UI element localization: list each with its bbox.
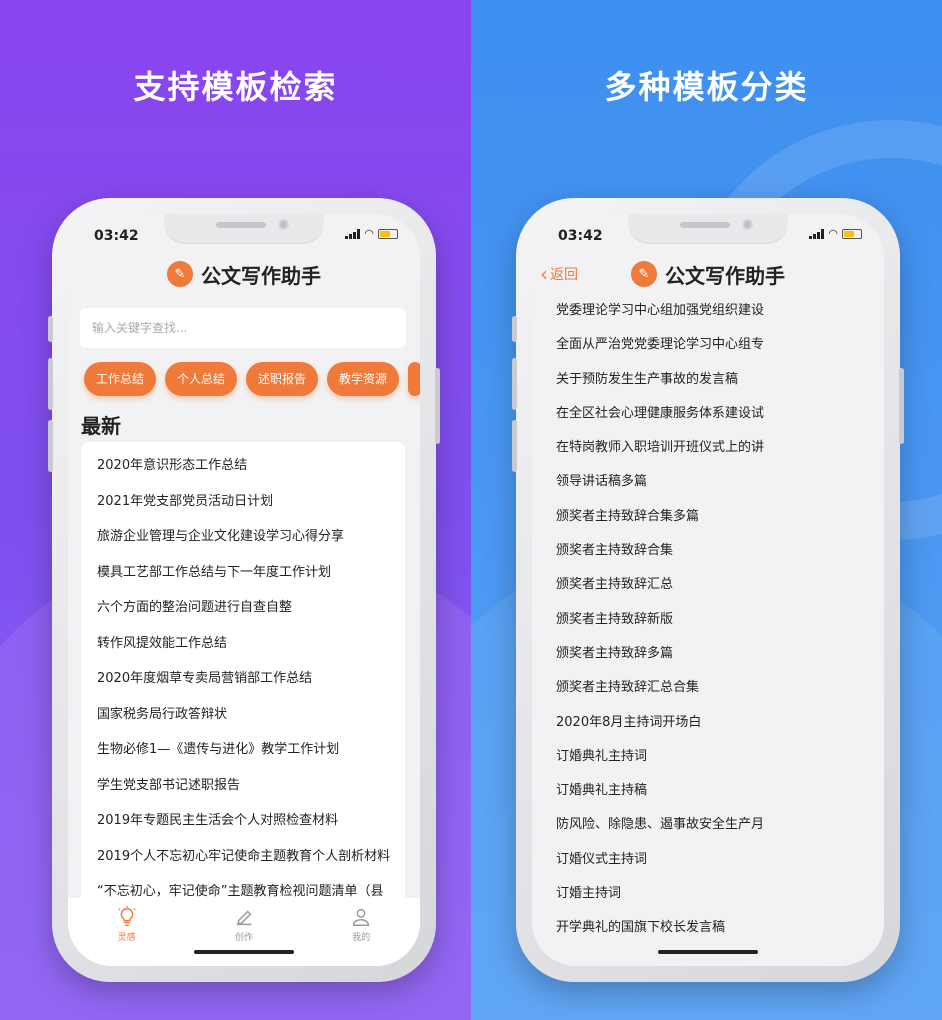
list-item[interactable]: 2019个人不忘初心牢记使命主题教育个人剖析材料 [81,839,405,875]
section-title-latest: 最新 [81,414,121,438]
phone-side-button [48,358,53,410]
tab-label: 我的 [352,933,371,943]
app-title: 公文写作助手 [201,263,321,288]
list-item[interactable]: 领导讲话稿多篇 [532,465,884,499]
list-item[interactable]: 开学典礼的国旗下校长发言稿 [532,911,884,945]
status-icons: ◠ [345,227,398,240]
list-item[interactable]: 订婚典礼主持词 [532,740,884,774]
chip-teaching-resources[interactable]: 教学资源 [327,362,400,396]
signal-icon [809,229,825,239]
app-logo-icon: ✎ [631,261,657,287]
phone-side-button [48,420,53,472]
list-item[interactable]: 国家税务局行政答辩状 [81,697,405,733]
list-item[interactable]: 2021年党支部党员活动日计划 [81,484,405,520]
list-item[interactable]: 颁奖者主持致辞合集 [532,534,884,568]
list-item[interactable]: 生物必修1—《遗传与进化》教学工作计划 [81,732,405,768]
home-indicator[interactable] [658,950,758,954]
status-icons: ◠ [809,227,862,240]
phone-frame-right: 03:42 ◠ ‹ 返回 ✎ 公文写作助手 党委理论学习中心组加强党组织建设 全… [512,198,904,982]
app-title: 公文写作助手 [665,263,785,288]
speaker-grille [216,222,266,228]
left-panel: 支持模板检索 03:42 ◠ ✎ 公文写作助手 工作总结 [0,0,471,1020]
list-item[interactable]: 党委理论学习中心组加强党组织建设 [532,294,884,328]
list-item[interactable]: 六个方面的整治问题进行自查自整 [81,590,405,626]
list-item[interactable]: 颁奖者主持致辞新版 [532,603,884,637]
list-item[interactable]: 2019年专题民主生活会个人对照检查材料 [81,803,405,839]
phone-side-button [435,368,440,444]
list-item[interactable]: 模具工艺部工作总结与下一年度工作计划 [81,555,405,591]
chip-overflow[interactable] [408,362,420,396]
signal-icon [345,229,361,239]
list-item[interactable]: 在全区社会心理健康服务体系建设试 [532,397,884,431]
phone-side-button [899,368,904,444]
list-item[interactable]: 颁奖者主持致辞合集多篇 [532,500,884,534]
list-item[interactable]: 订婚典礼主持稿 [532,774,884,808]
list-item[interactable]: 颁奖者主持致辞汇总 [532,568,884,602]
phone-screen-left: 03:42 ◠ ✎ 公文写作助手 工作总结 个人总结 述职报告 教学资源 最新 … [68,214,420,966]
app-header: ✎ 公文写作助手 [532,256,884,292]
list-item[interactable]: 防风险、除隐患、遏事故安全生产月 [532,808,884,842]
phone-side-button [512,358,517,410]
category-chips: 工作总结 个人总结 述职报告 教学资源 [84,362,420,396]
bulb-icon [117,906,136,926]
right-headline: 多种模板分类 [604,68,809,106]
list-item[interactable]: 颁奖者主持致辞汇总合集 [532,671,884,705]
status-time: 03:42 [94,228,139,244]
camera-icon [742,219,753,230]
status-time: 03:42 [558,228,603,244]
chip-personal-summary[interactable]: 个人总结 [165,362,238,396]
phone-notch [164,214,324,244]
speaker-grille [680,222,730,228]
chip-job-report[interactable]: 述职报告 [246,362,319,396]
phone-notch [628,214,788,244]
tab-bar: 灵感 创作 我的 [68,898,420,966]
phone-screen-right: 03:42 ◠ ‹ 返回 ✎ 公文写作助手 党委理论学习中心组加强党组织建设 全… [532,214,884,966]
list-item[interactable]: 关于预防发生生产事故的发言稿 [532,363,884,397]
wifi-icon: ◠ [364,227,374,240]
list-item[interactable]: 订婚仪式主持词 [532,843,884,877]
tab-inspiration[interactable]: 灵感 [87,906,167,966]
tab-label: 灵感 [117,933,136,943]
list-item[interactable]: 学生党支部书记述职报告 [81,768,405,804]
list-item[interactable]: 在特岗教师入职培训开班仪式上的讲 [532,431,884,465]
list-item[interactable]: 2020年意识形态工作总结 [81,448,405,484]
tab-mine[interactable]: 我的 [321,906,401,966]
list-item[interactable]: 旅游企业管理与企业文化建设学习心得分享 [81,519,405,555]
phone-side-button [48,316,53,342]
list-item[interactable]: 2020年8月主持词开场白 [532,706,884,740]
phone-frame-left: 03:42 ◠ ✎ 公文写作助手 工作总结 个人总结 述职报告 教学资源 最新 … [48,198,440,982]
list-item[interactable]: 全面从严治党党委理论学习中心组专 [532,328,884,362]
phone-side-button [512,420,517,472]
pen-icon [236,910,252,926]
battery-icon [378,229,398,239]
home-indicator[interactable] [194,950,294,954]
tab-create[interactable]: 创作 [204,906,284,966]
search-input[interactable] [80,308,406,348]
camera-icon [278,219,289,230]
list-item[interactable]: 转作风提效能工作总结 [81,626,405,662]
list-item[interactable]: 订婚主持词 [532,877,884,911]
user-icon [353,908,370,926]
template-list: 党委理论学习中心组加强党组织建设 全面从严治党党委理论学习中心组专 关于预防发生… [532,294,884,946]
battery-icon [842,229,862,239]
app-header: ✎ 公文写作助手 [68,256,420,292]
app-logo-icon: ✎ [167,261,193,287]
chip-work-summary[interactable]: 工作总结 [84,362,157,396]
list-item[interactable]: 颁奖者主持致辞多篇 [532,637,884,671]
phone-side-button [512,316,517,342]
tab-label: 创作 [234,933,253,943]
left-headline: 支持模板检索 [133,68,338,106]
wifi-icon: ◠ [828,227,838,240]
latest-list: 2020年意识形态工作总结 2021年党支部党员活动日计划 旅游企业管理与企业文… [81,442,405,904]
list-item[interactable]: 2020年度烟草专卖局营销部工作总结 [81,661,405,697]
